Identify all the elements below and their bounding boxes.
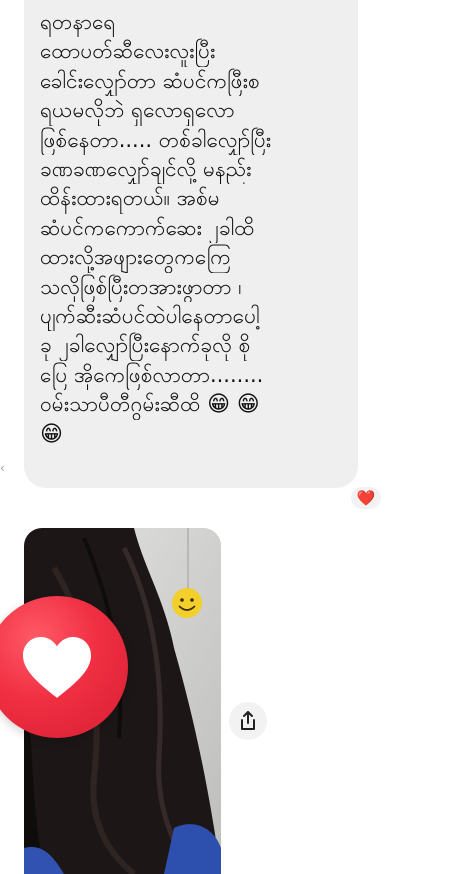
message-line: ထိန်းထားရတယ်။ အစ်မ — [40, 186, 220, 211]
grinning-face-icon: 😁 — [207, 392, 231, 418]
message-line: ရယမလိုဘဲ ရှလောရှလော — [40, 98, 235, 123]
message-line: ပျက်ဆီးဆံပင်ထဲပါနေတာပေါ့ — [40, 304, 260, 329]
heart-icon — [23, 637, 91, 698]
message-line: ထောပတ်ဆီလေးလူးပြီး — [40, 39, 216, 64]
message-line: ခေါင်းလျှော်တာ ဆံပင်ကဖြီးစ — [40, 68, 260, 93]
message-line: ပြေ အိုကေဖြစ်လာတာ........ — [40, 362, 264, 387]
edge-glyph: ‹ — [0, 461, 5, 475]
heart-icon: ❤️ — [356, 489, 376, 507]
message-line-text: ဝမ်းသာပီတီဂွမ်းဆီထိ — [40, 392, 201, 417]
message-line: ခဏခဏလျှော်ချင်လို့ မနည်း — [40, 157, 252, 182]
message-line: ထားလို့အဖျားတွေကကြေ — [40, 245, 231, 270]
grinning-face-icon: 😁 — [40, 421, 63, 447]
message-bubble[interactable]: ရတနာရေ ထောပတ်ဆီလေးလူးပြီး ခေါင်းလျှော်တာ… — [24, 0, 358, 488]
message-line: ဆံပင်ကကောက်ဆေး ၂ခါထိ — [40, 215, 255, 240]
message-line: ရတနာရေ — [40, 10, 116, 34]
smiley-ornament — [172, 588, 202, 618]
grinning-face-icon: 😁 — [236, 392, 260, 418]
share-button[interactable] — [229, 702, 267, 740]
share-icon — [241, 711, 255, 730]
message-line-emoji: 😁 — [40, 420, 346, 449]
message-line: သလိုဖြစ်ပြီးတအားဖွာတာ ၊ — [40, 274, 242, 299]
message-line: ဖြစ်နေတာ..... တစ်ခါလျှော်ပြီး — [40, 127, 272, 152]
message-reaction-heart[interactable]: ❤️ — [349, 485, 383, 511]
message-line: ခု ၂ခါလျှော်ပြီးနောက်ခုလို စို — [40, 333, 251, 358]
message-line-with-emoji: ဝမ်းသာပီတီဂွမ်းဆီထိ 😁 😁 — [40, 390, 346, 419]
